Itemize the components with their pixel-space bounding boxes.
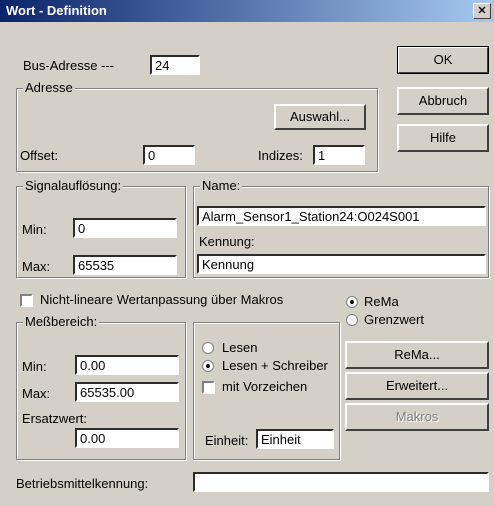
betriebsmittel-input[interactable] — [193, 472, 489, 492]
rema-radio-label: ReMa — [364, 294, 399, 309]
lesen-label: Lesen — [222, 340, 258, 355]
kennung-input[interactable]: Kennung — [197, 254, 486, 274]
close-button[interactable]: ✕ — [473, 3, 491, 19]
name-input[interactable]: Alarm_Sensor1_Station24:O024S001 — [197, 206, 486, 226]
lesen-radio[interactable] — [202, 342, 214, 354]
ok-button[interactable]: OK — [397, 46, 489, 74]
vorzeichen-label: mit Vorzeichen — [222, 379, 308, 394]
abbruch-button[interactable]: Abbruch — [397, 87, 489, 115]
window-title: Wort - Definition — [6, 3, 107, 18]
makros-button[interactable]: Makros — [345, 403, 489, 431]
bus-address-input[interactable]: 24 — [150, 55, 200, 75]
messbereich-group-title: Meßbereich: — [23, 314, 100, 329]
indizes-input[interactable]: 1 — [313, 145, 365, 165]
signal-min-input[interactable]: 0 — [73, 218, 177, 238]
offset-label: Offset: — [20, 148, 59, 163]
mess-min-input[interactable]: 0.00 — [75, 355, 179, 375]
mess-max-input[interactable]: 65535.00 — [75, 382, 179, 402]
einheit-label: Einheit: — [205, 433, 249, 448]
nonlinear-checkbox[interactable] — [20, 294, 33, 307]
offset-input[interactable]: 0 — [143, 145, 195, 165]
erweitert-button[interactable]: Erweitert... — [345, 372, 489, 400]
grenzwert-radio-label: Grenzwert — [364, 312, 424, 327]
rema-button[interactable]: ReMa... — [345, 341, 489, 369]
vorzeichen-checkbox[interactable] — [202, 381, 215, 394]
signal-group-title: Signalauflösung: — [23, 178, 124, 193]
mess-min-label: Min: — [22, 359, 47, 374]
lesen-schreiben-radio[interactable] — [202, 360, 214, 372]
ersatzwert-input[interactable]: 0.00 — [75, 428, 179, 448]
betriebsmittel-label: Betriebsmittelkennung: — [16, 476, 149, 491]
auswahl-button[interactable]: Auswahl... — [274, 104, 366, 130]
lesen-schreiben-label: Lesen + Schreiber — [222, 358, 328, 373]
address-group-title: Adresse — [23, 80, 75, 95]
signal-max-input[interactable]: 65535 — [73, 255, 177, 275]
signal-max-label: Max: — [22, 259, 51, 274]
mess-max-label: Max: — [22, 386, 51, 401]
einheit-input[interactable]: Einheit — [256, 429, 334, 449]
grenzwert-radio[interactable] — [346, 314, 358, 326]
nonlinear-label: Nicht-lineare Wertanpassung über Makros — [40, 292, 284, 307]
rema-radio[interactable] — [346, 296, 358, 308]
bus-address-label: Bus-Adresse --- — [23, 58, 115, 73]
ersatzwert-label: Ersatzwert: — [22, 411, 88, 426]
kennung-label: Kennung: — [199, 234, 255, 249]
hilfe-button[interactable]: Hilfe — [397, 124, 489, 152]
title-bar: Wort - Definition ✕ — [0, 0, 494, 22]
indizes-label: Indizes: — [258, 148, 303, 163]
name-group-title: Name: — [200, 178, 243, 193]
signal-min-label: Min: — [22, 222, 47, 237]
